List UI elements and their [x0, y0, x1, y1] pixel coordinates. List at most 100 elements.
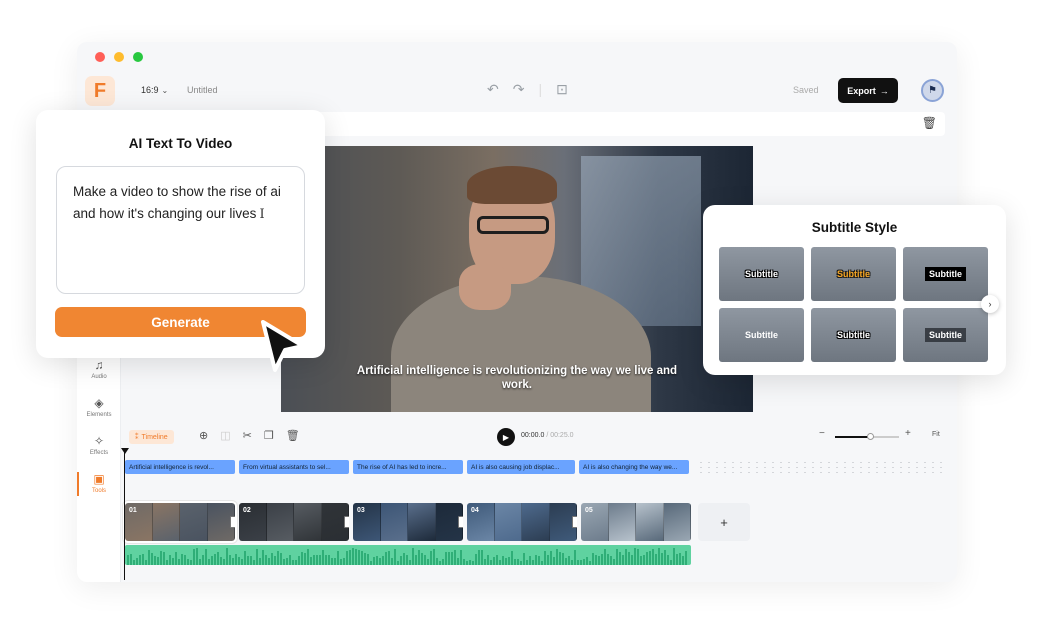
play-button[interactable]: ▶: [497, 428, 515, 446]
clip-trim-handle[interactable]: [230, 516, 235, 528]
video-caption[interactable]: Artificial intelligence is revolutionizi…: [341, 364, 693, 392]
sidebar-item-label: Tools: [91, 488, 106, 494]
subtitle-style-option[interactable]: Subtitle: [719, 247, 804, 301]
sidebar-item-audio[interactable]: ♫ Audio: [77, 358, 121, 380]
redo-icon[interactable]: ↷: [513, 81, 525, 98]
playhead[interactable]: [121, 448, 129, 580]
zoom-slider-handle[interactable]: [867, 433, 874, 440]
close-window-dot[interactable]: [95, 52, 105, 62]
waveform-bar: [409, 559, 411, 565]
video-person-hair: [467, 166, 557, 204]
subtitle-track: Artificial intelligence is revol... From…: [125, 460, 689, 474]
waveform-bar: [553, 556, 555, 565]
sidebar-item-label: Effects: [89, 450, 109, 456]
sidebar-item-elements[interactable]: ◈ Elements: [77, 396, 121, 418]
waveform-bar: [154, 555, 156, 565]
timeline-toolbar: ⁑ Timeline ⊕ ◫ ✂ ❐ 🗑 ▶ 00:00.0 / 00:25.0…: [125, 426, 955, 448]
subtitle-style-option[interactable]: Subtitle: [903, 308, 988, 362]
clip-trim-handle[interactable]: [344, 516, 349, 528]
export-button[interactable]: Export →: [838, 78, 898, 103]
waveform-bar: [682, 555, 684, 565]
minimize-window-dot[interactable]: [114, 52, 124, 62]
zoom-slider-rest[interactable]: [871, 436, 899, 438]
sidebar-item-tools[interactable]: ▣ Tools: [77, 472, 121, 496]
waveform-bar: [619, 552, 621, 565]
waveform-bar: [265, 554, 267, 565]
sidebar-item-effects[interactable]: ✧ Effects: [77, 434, 121, 456]
subtitle-chip[interactable]: AI is also causing job displac...: [467, 460, 575, 474]
screenshot-icon[interactable]: ⊡: [556, 81, 568, 98]
waveform-bar: [454, 549, 456, 565]
clip-number: 03: [357, 507, 365, 514]
subtitle-style-option[interactable]: Subtitle: [811, 247, 896, 301]
maximize-window-dot[interactable]: [133, 52, 143, 62]
card-title: Subtitle Style: [811, 220, 898, 235]
waveform-bar: [628, 552, 630, 565]
zoom-fit-button[interactable]: Fit: [932, 431, 940, 438]
subtitle-chip[interactable]: From virtual assistants to sel...: [239, 460, 349, 474]
waveform-bar: [145, 559, 147, 565]
video-clip[interactable]: 01: [123, 501, 237, 543]
subtitle-style-option[interactable]: Subtitle: [903, 247, 988, 301]
mouse-pointer-icon: [261, 320, 305, 372]
video-clip[interactable]: 02: [239, 503, 349, 541]
split-icon[interactable]: ◫: [220, 429, 230, 442]
avatar[interactable]: ⚑: [921, 79, 944, 102]
video-preview[interactable]: Artificial intelligence is revolutionizi…: [281, 146, 753, 412]
clip-trim-handle[interactable]: [572, 516, 577, 528]
waveform-bar: [376, 556, 378, 565]
app-logo[interactable]: F: [85, 76, 115, 106]
video-person-glasses: [477, 216, 549, 234]
waveform-bar: [445, 551, 447, 565]
subtitle-chip[interactable]: Artificial intelligence is revol...: [125, 460, 235, 474]
waveform-bar: [247, 556, 249, 565]
document-title[interactable]: Untitled: [187, 85, 218, 95]
undo-icon[interactable]: ↶: [487, 81, 499, 98]
timeline-tools: ⊕ ◫ ✂ ❐ 🗑: [199, 429, 300, 442]
waveform-bar: [205, 548, 207, 565]
waveform-bar: [187, 558, 189, 565]
timeline-tab[interactable]: ⁑ Timeline: [129, 430, 174, 444]
zoom-in-icon[interactable]: +: [905, 428, 911, 439]
subtitle-style-option[interactable]: Subtitle: [811, 308, 896, 362]
waveform-bar: [172, 557, 174, 565]
duplicate-icon[interactable]: ❐: [264, 429, 274, 442]
aspect-ratio-select[interactable]: 16:9 ⌄: [141, 85, 168, 95]
waveform-bar: [325, 555, 327, 565]
video-clip[interactable]: 03: [353, 503, 463, 541]
toolbox-icon: ▣: [93, 472, 105, 486]
chevron-down-icon: ⌄: [161, 86, 169, 95]
waveform-bar: [601, 553, 603, 565]
subtitle-chip[interactable]: The rise of AI has led to incre...: [353, 460, 463, 474]
waveform-bar: [193, 548, 195, 565]
waveform-bar: [526, 559, 528, 565]
add-clip-button[interactable]: +: [698, 503, 750, 541]
scissors-icon[interactable]: ✂: [243, 429, 252, 442]
add-icon[interactable]: ⊕: [199, 429, 208, 442]
subtitle-style-option[interactable]: Subtitle: [719, 308, 804, 362]
waveform-bar: [223, 558, 225, 565]
waveform-bar: [289, 555, 291, 565]
trash-icon[interactable]: 🗑: [922, 116, 937, 130]
waveform-bar: [565, 557, 567, 565]
stage: F 16:9 ⌄ Untitled ↶ ↷ | ⊡ Saved Export → …: [0, 0, 1042, 624]
subtitle-chip[interactable]: AI is also changing the way we...: [579, 460, 689, 474]
waveform-bar: [589, 560, 591, 565]
video-clip[interactable]: 04: [467, 503, 577, 541]
audio-track[interactable]: [125, 545, 691, 565]
clip-trim-handle[interactable]: [458, 516, 463, 528]
zoom-slider-track[interactable]: [835, 436, 871, 438]
waveform-bar: [595, 555, 597, 565]
video-clip[interactable]: 05: [581, 503, 691, 541]
waveform-bar: [328, 555, 330, 565]
subtitle-style-label: Subtitle: [837, 330, 870, 340]
prompt-textarea[interactable]: Make a video to show the rise of ai and …: [56, 166, 305, 294]
zoom-out-icon[interactable]: −: [819, 428, 825, 439]
waveform-bar: [622, 554, 624, 565]
subtitle-style-card: Subtitle Style Subtitle Subtitle Subtitl…: [703, 205, 1006, 375]
chevron-right-icon[interactable]: ›: [981, 295, 999, 313]
waveform-bar: [199, 559, 201, 565]
waveform-bar: [487, 554, 489, 565]
waveform-bar: [334, 557, 336, 565]
delete-icon[interactable]: 🗑: [286, 429, 300, 442]
